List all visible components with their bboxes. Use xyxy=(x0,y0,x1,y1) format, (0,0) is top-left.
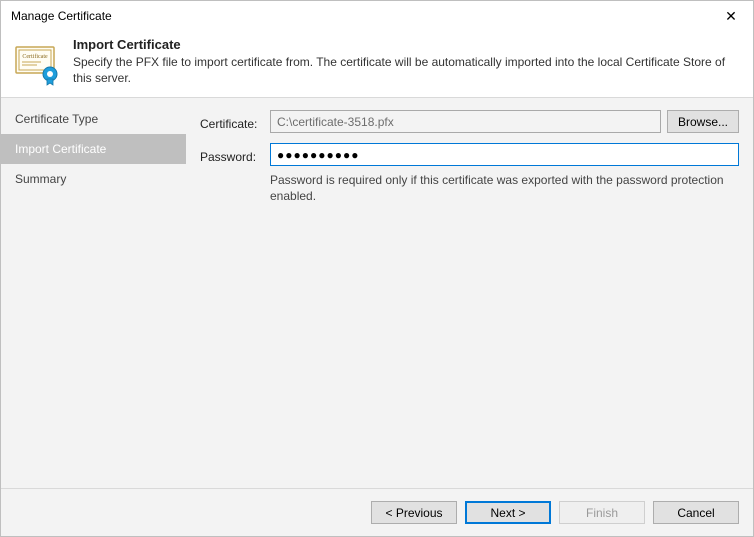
header-banner: Certificate Import Certificate Specify t… xyxy=(1,31,753,97)
certificate-icon: Certificate xyxy=(13,39,61,87)
previous-button[interactable]: < Previous xyxy=(371,501,457,524)
banner-description: Specify the PFX file to import certifica… xyxy=(73,54,741,86)
content-area: Certificate Type Import Certificate Summ… xyxy=(1,97,753,488)
banner-title: Import Certificate xyxy=(73,37,741,52)
step-summary[interactable]: Summary xyxy=(1,164,186,194)
close-icon: ✕ xyxy=(725,8,737,25)
svg-text:Certificate: Certificate xyxy=(22,53,48,60)
next-button[interactable]: Next > xyxy=(465,501,551,524)
titlebar: Manage Certificate ✕ xyxy=(1,1,753,31)
main-panel: Certificate: Browse... Password: Passwor… xyxy=(186,98,753,488)
banner-text: Import Certificate Specify the PFX file … xyxy=(73,37,741,86)
password-row: Password: xyxy=(200,143,739,166)
certificate-row: Certificate: Browse... xyxy=(200,110,739,133)
password-label: Password: xyxy=(200,146,270,164)
footer: < Previous Next > Finish Cancel xyxy=(1,488,753,536)
finish-button[interactable]: Finish xyxy=(559,501,645,524)
step-import-certificate[interactable]: Import Certificate xyxy=(1,134,186,164)
step-certificate-type[interactable]: Certificate Type xyxy=(1,104,186,134)
certificate-label: Certificate: xyxy=(200,113,270,131)
password-hint: Password is required only if this certif… xyxy=(270,172,739,204)
window-title: Manage Certificate xyxy=(11,9,709,23)
password-input[interactable] xyxy=(270,143,739,166)
cancel-button[interactable]: Cancel xyxy=(653,501,739,524)
close-button[interactable]: ✕ xyxy=(709,1,753,31)
certificate-path-input[interactable] xyxy=(270,110,661,133)
wizard-sidebar: Certificate Type Import Certificate Summ… xyxy=(1,98,186,488)
browse-button[interactable]: Browse... xyxy=(667,110,739,133)
